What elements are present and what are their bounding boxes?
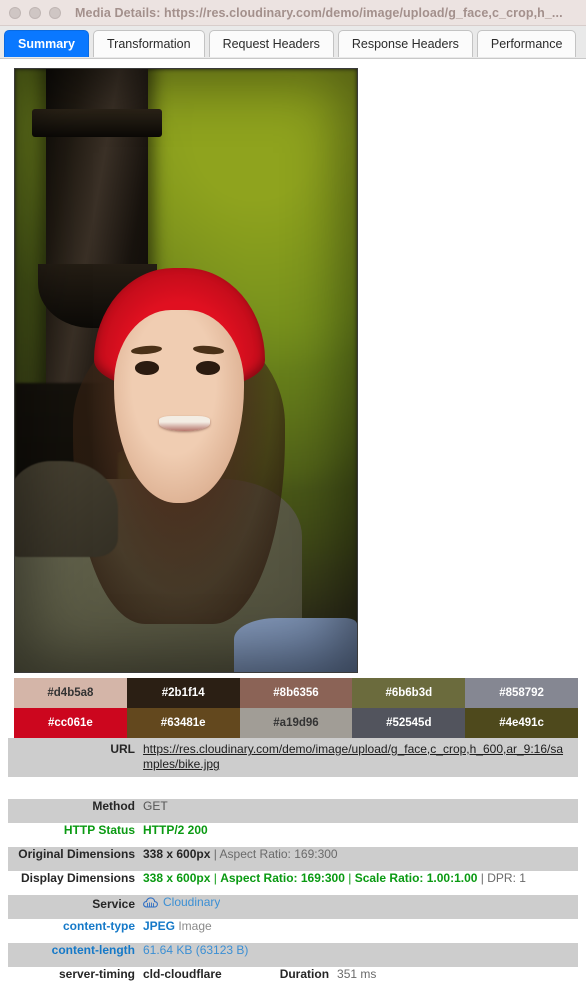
swatch[interactable]: #63481e — [126, 708, 240, 738]
original-dimensions-label: Original Dimensions — [18, 847, 135, 861]
table-row: content-length 61.64 KB (63123 B) — [8, 943, 578, 967]
content-length-value: 61.64 KB (63123 B) — [143, 943, 249, 957]
method-value: GET — [143, 799, 168, 813]
server-timing-label: server-timing — [58, 967, 135, 981]
close-button[interactable] — [9, 6, 21, 19]
duration-value: 351 ms — [337, 967, 377, 981]
swatch[interactable]: #a19d96 — [239, 708, 353, 738]
separator: | — [210, 847, 220, 861]
original-size: 338 x 600px — [143, 847, 211, 861]
service-name: Cloudinary — [163, 895, 221, 909]
swatch[interactable]: #6b6b3d — [352, 678, 466, 708]
media-preview-image[interactable] — [14, 68, 358, 673]
swatch[interactable]: #4e491c — [465, 708, 578, 738]
palette-row-2: #cc061e #63481e #a19d96 #52545d #4e491c — [14, 708, 578, 738]
minimize-button[interactable] — [29, 6, 41, 19]
tab-response-headers[interactable]: Response Headers — [337, 30, 473, 57]
photo-collar — [15, 460, 118, 558]
tab-request-headers[interactable]: Request Headers — [208, 30, 334, 57]
preview-container — [0, 59, 586, 673]
summary-panel: #d4b5a8 #2b1f14 #8b6356 #6b6b3d #858792 … — [0, 59, 586, 991]
tab-bar: Summary Transformation Request Headers R… — [0, 26, 586, 59]
table-row: Original Dimensions 338 x 600px | Aspect… — [8, 847, 578, 871]
swatch[interactable]: #d4b5a8 — [14, 678, 127, 708]
url-label: URL — [110, 742, 135, 756]
swatch[interactable]: #2b1f14 — [126, 678, 240, 708]
table-row: Display Dimensions 338 x 600px | Aspect … — [8, 871, 578, 895]
photo-jeans — [233, 617, 357, 672]
spacer — [0, 777, 586, 799]
display-dimensions-label: Display Dimensions — [20, 871, 135, 885]
service-label: Service — [92, 896, 135, 911]
table-row: content-type JPEG Image — [8, 919, 578, 943]
http-status-label: HTTP Status — [63, 823, 135, 837]
color-palette: #d4b5a8 #2b1f14 #8b6356 #6b6b3d #858792 … — [14, 678, 578, 738]
content-type-format: JPEG — [143, 919, 176, 933]
display-scale-ratio: Scale Ratio: 1.00:1.00 — [354, 871, 478, 885]
display-dpr: DPR: 1 — [487, 871, 526, 885]
separator: | — [210, 871, 221, 885]
http-status-value: HTTP/2 200 — [143, 823, 208, 837]
swatch[interactable]: #858792 — [465, 678, 578, 708]
duration-label: Duration — [279, 967, 330, 981]
tab-summary[interactable]: Summary — [4, 30, 89, 57]
palette-row-1: #d4b5a8 #2b1f14 #8b6356 #6b6b3d #858792 — [14, 678, 578, 708]
content-type-kind: Image — [175, 919, 212, 933]
table-row: Service Cloudinary — [8, 895, 578, 919]
content-type-label: content-type — [63, 919, 135, 933]
url-row: URL https://res.cloudinary.com/demo/imag… — [8, 738, 578, 777]
content-length-label: content-length — [51, 943, 135, 957]
url-link[interactable]: https://res.cloudinary.com/demo/image/up… — [143, 742, 578, 772]
window-controls — [0, 6, 61, 19]
original-dimensions-value: 338 x 600px | Aspect Ratio: 169:300 — [143, 847, 338, 861]
photo-eye-right — [196, 361, 221, 375]
info-table: Method GET HTTP Status HTTP/2 200 Origin… — [8, 799, 578, 991]
maximize-button[interactable] — [49, 6, 61, 19]
service-value: Cloudinary — [143, 895, 220, 911]
table-row: Method GET — [8, 799, 578, 823]
server-timing-value: cld-cloudflare Duration 351 ms — [143, 967, 376, 981]
swatch[interactable]: #52545d — [352, 708, 466, 738]
swatch[interactable]: #8b6356 — [239, 678, 353, 708]
swatch[interactable]: #cc061e — [14, 708, 127, 738]
cloud-icon — [143, 896, 158, 908]
window-title: Media Details: https://res.cloudinary.co… — [75, 5, 563, 20]
display-dimensions-value: 338 x 600px | Aspect Ratio: 169:300 | Sc… — [143, 871, 526, 885]
photo-eye-left — [134, 361, 159, 375]
original-aspect-ratio: Aspect Ratio: 169:300 — [219, 847, 338, 861]
tab-performance[interactable]: Performance — [476, 30, 577, 57]
window-titlebar: Media Details: https://res.cloudinary.co… — [0, 0, 586, 26]
display-aspect-ratio: Aspect Ratio: 169:300 — [220, 871, 345, 885]
table-row: HTTP Status HTTP/2 200 — [8, 823, 578, 847]
table-row: server-timing cld-cloudflare Duration 351 … — [8, 967, 578, 991]
separator: | — [344, 871, 355, 885]
method-label: Method — [92, 799, 135, 813]
display-size: 338 x 600px — [143, 871, 211, 885]
separator: | — [477, 871, 488, 885]
tab-transformation[interactable]: Transformation — [92, 30, 205, 57]
content-type-value: JPEG Image — [143, 919, 212, 933]
server-timing-name: cld-cloudflare — [143, 967, 222, 981]
